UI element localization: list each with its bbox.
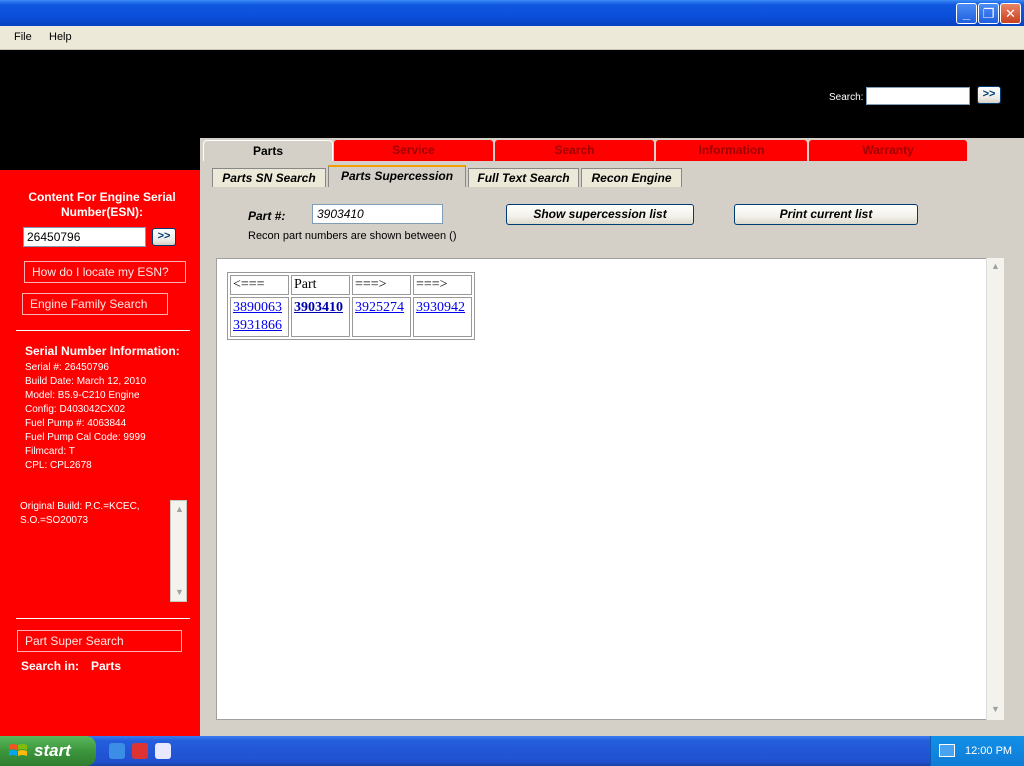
clock: 12:00 PM xyxy=(965,745,1013,757)
taskbar: start 12:00 PM xyxy=(0,736,1024,766)
esn-input[interactable] xyxy=(23,227,146,247)
table-header-row: <=== Part ===> ===> xyxy=(230,275,472,295)
network-icon[interactable] xyxy=(939,744,955,757)
scroll-down-icon[interactable]: ▼ xyxy=(988,702,1003,717)
tab-parts[interactable]: Parts xyxy=(203,140,333,161)
print-current-list-button[interactable]: Print current list xyxy=(734,204,918,225)
internet-explorer-icon[interactable] xyxy=(109,743,125,759)
header-search-go-button[interactable]: >> xyxy=(977,86,1001,104)
serial-info-line: Model: B5.9-C210 Engine xyxy=(25,390,140,401)
scroll-up-icon[interactable]: ▲ xyxy=(988,259,1003,274)
table-header-cell: ===> xyxy=(352,275,411,295)
serial-info-line: Config: D403042CX02 xyxy=(25,404,126,415)
subtab-recon-engine[interactable]: Recon Engine xyxy=(581,168,682,187)
scroll-up-icon[interactable]: ▲ xyxy=(172,502,187,517)
serial-info-line: Fuel Pump Cal Code: 9999 xyxy=(25,432,146,443)
results-scrollbar[interactable]: ▲ ▼ xyxy=(986,258,1004,720)
subtab-full-text-search[interactable]: Full Text Search xyxy=(468,168,579,187)
subtab-parts-sn-search[interactable]: Parts SN Search xyxy=(212,168,326,187)
serial-info-line: Fuel Pump #: 4063844 xyxy=(25,418,127,429)
part-number-label: Part #: xyxy=(248,209,286,223)
serial-info-title: Serial Number Information: xyxy=(25,344,180,358)
table-header-cell: ===> xyxy=(413,275,472,295)
app-quicklaunch-icon[interactable] xyxy=(155,743,171,759)
original-build-line: S.O.=SO20073 xyxy=(20,515,89,526)
sidebar-divider xyxy=(16,330,190,331)
tab-search[interactable]: Search xyxy=(495,140,654,161)
esn-go-button[interactable]: >> xyxy=(152,228,176,246)
header-search-input[interactable] xyxy=(866,87,970,105)
original-build-text: Original Build: P.C.=KCEC, S.O.=SO20073 xyxy=(20,500,168,600)
media-icon[interactable] xyxy=(132,743,148,759)
original-build-line: Original Build: P.C.=KCEC, xyxy=(20,501,140,512)
sidebar-divider xyxy=(16,618,190,619)
left-sidebar: Content For Engine Serial Number(ESN): >… xyxy=(0,170,200,736)
subtab-parts-supercession[interactable]: Parts Supercession xyxy=(328,165,466,187)
locate-esn-button[interactable]: How do I locate my ESN? xyxy=(24,261,186,283)
show-supercession-list-button[interactable]: Show supercession list xyxy=(506,204,694,225)
start-button[interactable]: start xyxy=(0,736,96,766)
part-link[interactable]: 3925274 xyxy=(355,299,408,317)
serial-info-line: CPL: CPL2678 xyxy=(25,460,92,471)
recon-note: Recon part numbers are shown between () xyxy=(248,230,457,242)
part-link[interactable]: 3890063 xyxy=(233,299,286,317)
current-part-cell: 3903410 xyxy=(291,297,350,337)
current-part-link[interactable]: 3903410 xyxy=(294,299,347,317)
scroll-down-icon[interactable]: ▼ xyxy=(172,585,187,600)
engine-family-search-button[interactable]: Engine Family Search xyxy=(22,293,168,315)
part-link[interactable]: 3930942 xyxy=(416,299,469,317)
header-search-label: Search: xyxy=(829,92,864,103)
original-build-scrollbar[interactable]: ▲ ▼ xyxy=(170,500,187,602)
part-link[interactable]: 3931866 xyxy=(233,317,286,335)
windows-logo-icon xyxy=(9,744,27,756)
part-number-input[interactable] xyxy=(312,204,443,224)
table-row: 3890063 3931866 3903410 3925274 3930942 xyxy=(230,297,472,337)
table-header-cell: <=== xyxy=(230,275,289,295)
menu-help[interactable]: Help xyxy=(49,31,72,43)
serial-info-line: Filmcard: T xyxy=(25,446,75,457)
tab-warranty[interactable]: Warranty xyxy=(809,140,967,161)
system-tray: 12:00 PM xyxy=(930,736,1024,766)
search-in-value: Parts xyxy=(91,659,122,673)
menu-file[interactable]: File xyxy=(14,31,32,43)
menu-bar: File Help xyxy=(0,26,1024,50)
next-part-cell: 3925274 xyxy=(352,297,411,337)
supercession-table: <=== Part ===> ===> 3890063 3931866 3903… xyxy=(227,272,475,340)
minimize-icon[interactable]: _ xyxy=(956,3,977,24)
restore-icon[interactable]: ❐ xyxy=(978,3,999,24)
start-label: start xyxy=(34,741,71,760)
search-in-label: Search in: xyxy=(21,659,80,673)
tab-information[interactable]: Information xyxy=(656,140,807,161)
previous-parts-cell: 3890063 3931866 xyxy=(230,297,289,337)
next-part-cell: 3930942 xyxy=(413,297,472,337)
tab-service[interactable]: Service xyxy=(334,140,493,161)
serial-info-line: Build Date: March 12, 2010 xyxy=(25,376,147,387)
table-header-cell: Part xyxy=(291,275,350,295)
serial-info-line: Serial #: 26450796 xyxy=(25,362,109,373)
close-icon[interactable]: ✕ xyxy=(1000,3,1021,24)
esn-title: Content For Engine Serial Number(ESN): xyxy=(28,190,176,219)
part-super-search-button[interactable]: Part Super Search xyxy=(17,630,182,652)
title-bar: _ ❐ ✕ xyxy=(0,0,1024,26)
